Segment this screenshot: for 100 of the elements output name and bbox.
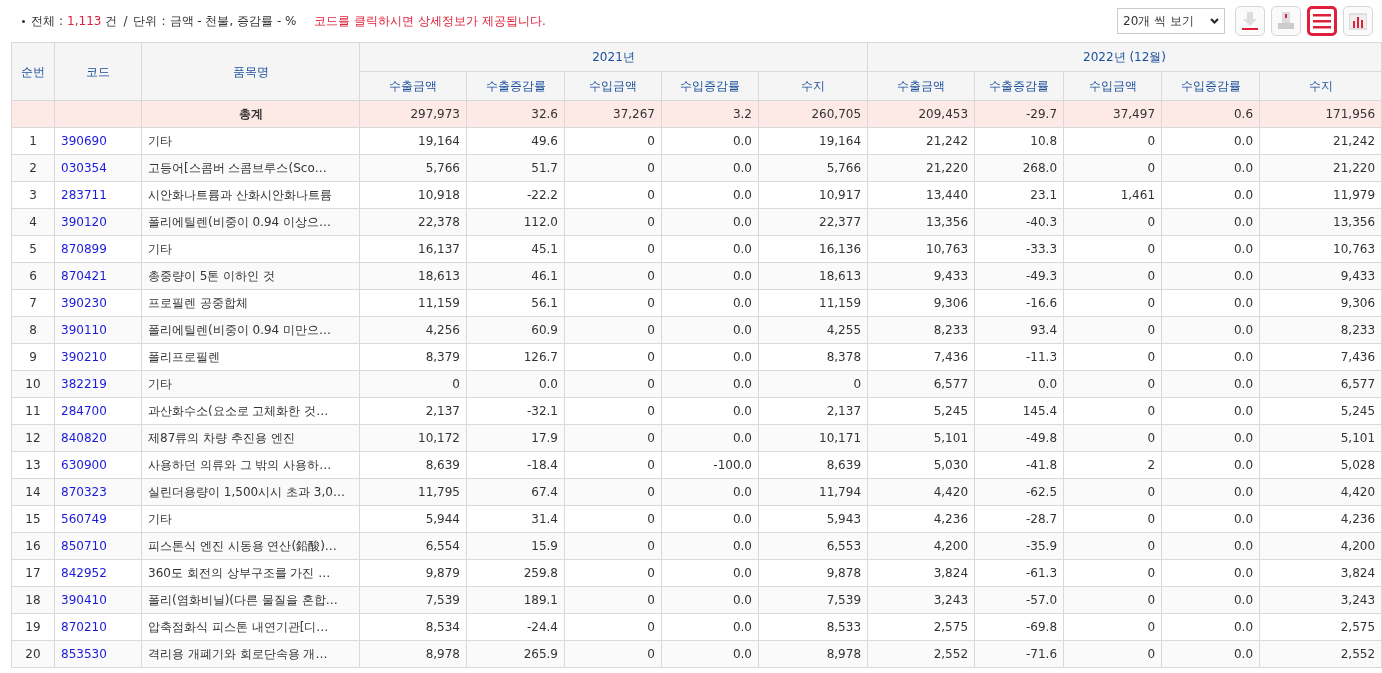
table-cell: 3,824 <box>1259 559 1382 587</box>
table-cell: 0.0 <box>1161 370 1260 398</box>
column-header: 수입증감률 <box>661 71 759 101</box>
table-cell: -16.6 <box>974 289 1064 317</box>
bar-chart-icon <box>1349 12 1367 30</box>
table-cell: 8,233 <box>867 316 975 344</box>
table-cell: 67.4 <box>466 478 565 506</box>
table-cell: 18,613 <box>359 262 467 290</box>
table-cell: 11,795 <box>359 478 467 506</box>
table-cell: 2,137 <box>758 397 868 425</box>
table-cell: -71.6 <box>974 640 1064 668</box>
table-cell: 10,763 <box>1259 235 1382 263</box>
table-cell: 0 <box>1063 370 1162 398</box>
table-cell: 51.7 <box>466 154 565 182</box>
column-header: 수출금액 <box>867 71 975 101</box>
table-cell: 0 <box>564 640 662 668</box>
table-cell: 4,255 <box>758 316 868 344</box>
table-cell: 프로필렌 공중합체 <box>141 289 360 317</box>
total-count: 1,113 <box>67 13 102 30</box>
table-cell: 2,575 <box>1259 613 1382 641</box>
table-cell: -57.0 <box>974 586 1064 614</box>
table-cell: 과산화수소(요소로 고체화한 것… <box>141 397 360 425</box>
table-cell: 23.1 <box>974 181 1064 209</box>
table-cell: 22,378 <box>359 208 467 236</box>
table-cell: 0 <box>1063 559 1162 587</box>
table-cell: 0.0 <box>1161 640 1260 668</box>
table-cell: 171,956 <box>1259 100 1382 128</box>
table-cell: 19,164 <box>758 127 868 155</box>
table-cell: 11,794 <box>758 478 868 506</box>
toolbar-button[interactable] <box>1307 6 1337 36</box>
table-cell: 0 <box>1063 397 1162 425</box>
table-cell: 총중량이 5톤 이하인 것 <box>141 262 360 290</box>
table-cell: 0 <box>1063 154 1162 182</box>
table-cell: 0.0 <box>1161 208 1260 236</box>
table-cell: 7,539 <box>758 586 868 614</box>
table-cell: -100.0 <box>661 451 759 479</box>
table-cell: 3,243 <box>867 586 975 614</box>
table-cell: 45.1 <box>466 235 565 263</box>
table-cell: 2,552 <box>1259 640 1382 668</box>
table-cell: 0.0 <box>1161 451 1260 479</box>
table-cell: 2,575 <box>867 613 975 641</box>
total-label: 전체 <box>31 13 55 30</box>
table-cell: 259.8 <box>466 559 565 587</box>
table-cell: 4,256 <box>359 316 467 344</box>
table-cell: 0.0 <box>1161 127 1260 155</box>
table-cell: 0 <box>564 424 662 452</box>
table-cell: 4,420 <box>1259 478 1382 506</box>
table-cell: 0 <box>564 613 662 641</box>
table-cell: 0.0 <box>1161 181 1260 209</box>
table-cell: 0.0 <box>661 397 759 425</box>
table-cell: 5,943 <box>758 505 868 533</box>
table-cell: 기타 <box>141 235 360 263</box>
table-cell: 11,159 <box>758 289 868 317</box>
table-cell: 0.0 <box>1161 235 1260 263</box>
table-cell: 0.0 <box>661 154 759 182</box>
table-cell: 0 <box>564 451 662 479</box>
table-cell: 10 <box>11 370 55 398</box>
page-size-select[interactable]: 20개 씩 보기 <box>1117 8 1225 34</box>
table-cell: -22.2 <box>466 181 565 209</box>
table-cell: 0 <box>564 559 662 587</box>
table-cell: 0 <box>1063 127 1162 155</box>
table-cell: 56.1 <box>466 289 565 317</box>
table-cell: 0.0 <box>661 262 759 290</box>
column-header: 수출금액 <box>359 71 467 101</box>
table-cell: 0.0 <box>1161 343 1260 371</box>
table-cell: 2 <box>11 154 55 182</box>
table-cell: -18.4 <box>466 451 565 479</box>
table-cell: 0 <box>1063 289 1162 317</box>
table-cell: 0.0 <box>661 559 759 587</box>
table-cell: 0 <box>564 262 662 290</box>
table-cell: 268.0 <box>974 154 1064 182</box>
table-cell: 6,554 <box>359 532 467 560</box>
table-cell: 9,433 <box>867 262 975 290</box>
column-header: 순번 <box>11 42 55 101</box>
table-cell: 5,028 <box>1259 451 1382 479</box>
table-cell: 기타 <box>141 370 360 398</box>
table-cell: 6,577 <box>1259 370 1382 398</box>
column-header: 수출증감률 <box>466 71 565 101</box>
table-cell: -11.3 <box>974 343 1064 371</box>
table-cell: 6 <box>11 262 55 290</box>
table-cell: 0 <box>1063 613 1162 641</box>
table-cell: 0.0 <box>661 613 759 641</box>
table-cell: 5,101 <box>867 424 975 452</box>
table-cell: 5,101 <box>1259 424 1382 452</box>
table-cell: 18 <box>11 586 55 614</box>
count-unit: 건 <box>105 13 118 30</box>
table-cell: 3.2 <box>661 100 759 128</box>
table-cell: 1,461 <box>1063 181 1162 209</box>
table-cell: 37,267 <box>564 100 662 128</box>
table-cell: 8,978 <box>758 640 868 668</box>
table-cell: -35.9 <box>974 532 1064 560</box>
table-cell: 0 <box>359 370 467 398</box>
table-cell: -62.5 <box>974 478 1064 506</box>
table-cell: 4,200 <box>1259 532 1382 560</box>
table-cell: 0.0 <box>1161 505 1260 533</box>
table-cell: 피스톤식 엔진 시동용 연산(鉛酸)… <box>141 532 360 560</box>
table-cell: -69.8 <box>974 613 1064 641</box>
table-cell: 0.0 <box>1161 154 1260 182</box>
table-cell: 9,879 <box>359 559 467 587</box>
printer-icon <box>1277 11 1295 31</box>
